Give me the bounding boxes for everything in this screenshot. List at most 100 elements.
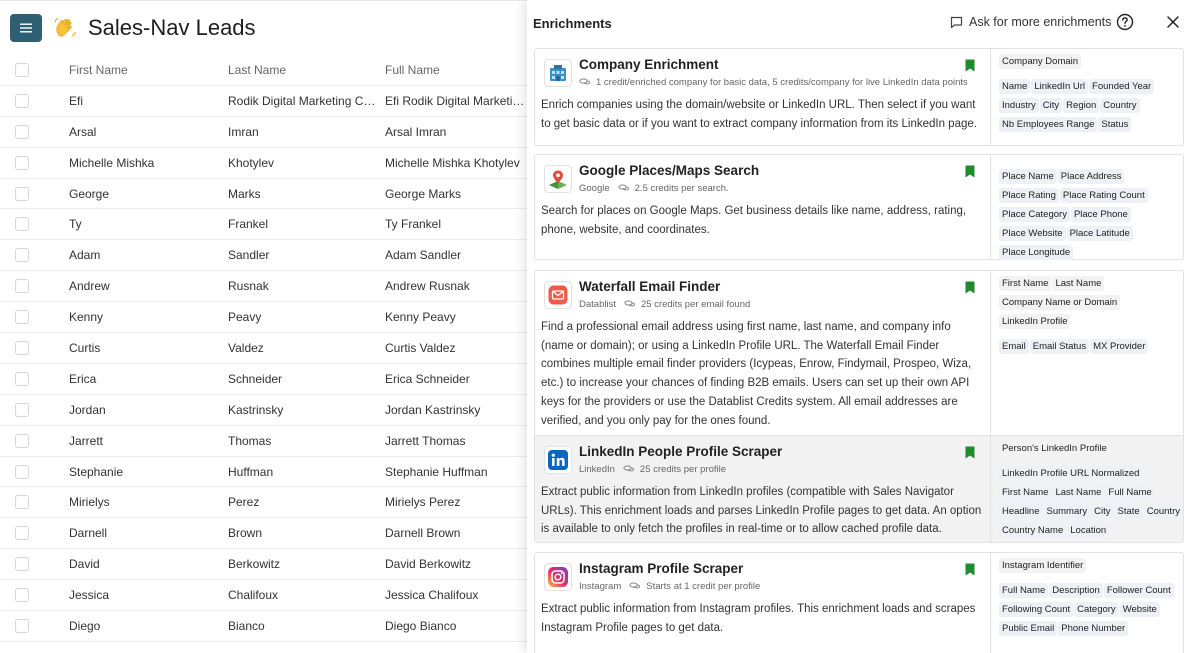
full-name-cell[interactable]: Diego Bianco: [385, 611, 530, 641]
first-name-cell[interactable]: Darnell: [69, 518, 219, 548]
full-name-cell[interactable]: Kenny Peavy: [385, 302, 530, 332]
first-name-cell[interactable]: Kenny: [69, 302, 219, 332]
row-checkbox[interactable]: [15, 217, 29, 232]
full-name-cell[interactable]: George Marks: [385, 179, 530, 209]
close-button[interactable]: [1165, 14, 1181, 35]
full-name-cell[interactable]: Ty Frankel: [385, 209, 530, 239]
first-name-cell[interactable]: Andrew: [69, 271, 219, 301]
full-name-cell[interactable]: Darnell Brown: [385, 518, 530, 548]
table-row[interactable]: Erica Schneider Erica Schneider: [0, 364, 530, 395]
full-name-cell[interactable]: Jessica Chalifoux: [385, 580, 530, 610]
table-row[interactable]: Stephanie Huffman Stephanie Huffman: [0, 457, 530, 488]
table-row[interactable]: Ty Frankel Ty Frankel: [0, 209, 530, 241]
row-checkbox[interactable]: [15, 464, 29, 479]
row-checkbox[interactable]: [15, 155, 29, 170]
full-name-cell[interactable]: Jarrett Thomas: [385, 426, 530, 456]
enrichment-card-google-places[interactable]: Google Places/Maps Search Google 2.5 cre…: [534, 154, 1184, 260]
first-name-cell[interactable]: Diego: [69, 611, 219, 641]
table-row[interactable]: Andrew Rusnak Andrew Rusnak: [0, 271, 530, 303]
row-checkbox[interactable]: [15, 310, 29, 325]
select-all-checkbox[interactable]: [15, 63, 29, 77]
first-name-cell[interactable]: Stephanie: [69, 457, 219, 487]
full-name-cell[interactable]: Michelle Mishka Khotylev: [385, 148, 530, 178]
table-row[interactable]: George Marks George Marks: [0, 179, 530, 210]
full-name-cell[interactable]: Adam Sandler: [385, 240, 530, 270]
table-row[interactable]: Arsal Imran Arsal Imran: [0, 117, 530, 148]
enrichment-card-linkedin-profile[interactable]: LinkedIn People Profile Scraper LinkedIn…: [534, 435, 1184, 543]
row-checkbox[interactable]: [15, 433, 29, 448]
row-checkbox[interactable]: [15, 279, 29, 294]
row-checkbox[interactable]: [15, 402, 29, 417]
first-name-cell[interactable]: Michelle Mishka: [69, 148, 219, 178]
first-name-cell[interactable]: George: [69, 179, 219, 209]
table-row[interactable]: Michelle Mishka Khotylev Michelle Mishka K…: [0, 148, 530, 179]
last-name-cell[interactable]: Frankel: [228, 209, 376, 239]
first-name-cell[interactable]: Ty: [69, 209, 219, 239]
last-name-cell[interactable]: Khotylev: [228, 148, 376, 178]
menu-button[interactable]: [10, 14, 42, 42]
row-checkbox[interactable]: [15, 248, 29, 263]
last-name-cell[interactable]: Bianco: [228, 611, 376, 641]
last-name-cell[interactable]: Huffman: [228, 457, 376, 487]
table-row[interactable]: Kenny Peavy Kenny Peavy: [0, 302, 530, 334]
table-row[interactable]: Jordan Kastrinsky Jordan Kastrinsky: [0, 395, 530, 426]
bookmark-icon[interactable]: [965, 165, 975, 183]
enrichment-card-instagram-profile[interactable]: Instagram Profile Scraper Instagram Star…: [534, 552, 1184, 653]
table-row[interactable]: Diego Bianco Diego Bianco: [0, 611, 530, 642]
first-name-cell[interactable]: Arsal: [69, 117, 219, 147]
column-header-full-name[interactable]: Full Name: [385, 55, 530, 85]
row-checkbox[interactable]: [15, 557, 29, 572]
last-name-cell[interactable]: Berkowitz: [228, 549, 376, 579]
ask-more-enrichments-button[interactable]: Ask for more enrichments: [950, 15, 1111, 29]
bookmark-icon[interactable]: [965, 281, 975, 299]
table-row[interactable]: Adam Sandler Adam Sandler: [0, 240, 530, 272]
last-name-cell[interactable]: Sandler: [228, 240, 376, 270]
enrichment-card-company-enrichment[interactable]: Company Enrichment 1 credit/enriched com…: [534, 48, 1184, 146]
last-name-cell[interactable]: Imran: [228, 117, 376, 147]
last-name-cell[interactable]: Schneider: [228, 364, 376, 394]
bookmark-icon[interactable]: [965, 59, 975, 77]
bookmark-icon[interactable]: [965, 563, 975, 581]
row-checkbox[interactable]: [15, 93, 29, 108]
row-checkbox[interactable]: [15, 619, 29, 634]
first-name-cell[interactable]: Curtis: [69, 333, 219, 363]
full-name-cell[interactable]: Curtis Valdez: [385, 333, 530, 363]
last-name-cell[interactable]: Rusnak: [228, 271, 376, 301]
column-header-last-name[interactable]: Last Name: [228, 55, 376, 85]
last-name-cell[interactable]: Perez: [228, 487, 376, 517]
last-name-cell[interactable]: Kastrinsky: [228, 395, 376, 425]
first-name-cell[interactable]: Jordan: [69, 395, 219, 425]
table-row[interactable]: Mirielys Perez Mirielys Perez: [0, 487, 530, 519]
row-checkbox[interactable]: [15, 526, 29, 541]
row-checkbox[interactable]: [15, 186, 29, 201]
last-name-cell[interactable]: Brown: [228, 518, 376, 548]
table-row[interactable]: David Berkowitz David Berkowitz: [0, 549, 530, 581]
first-name-cell[interactable]: David: [69, 549, 219, 579]
table-row[interactable]: Jessica Chalifoux Jessica Chalifoux: [0, 580, 530, 612]
column-header-first-name[interactable]: First Name: [69, 55, 219, 85]
full-name-cell[interactable]: Mirielys Perez: [385, 487, 530, 517]
row-checkbox[interactable]: [15, 371, 29, 386]
full-name-cell[interactable]: Andrew Rusnak: [385, 271, 530, 301]
row-checkbox[interactable]: [15, 495, 29, 510]
last-name-cell[interactable]: Marks: [228, 179, 376, 209]
last-name-cell[interactable]: Thomas: [228, 426, 376, 456]
last-name-cell[interactable]: Peavy: [228, 302, 376, 332]
first-name-cell[interactable]: Erica: [69, 364, 219, 394]
first-name-cell[interactable]: Jessica: [69, 580, 219, 610]
full-name-cell[interactable]: Stephanie Huffman: [385, 457, 530, 487]
last-name-cell[interactable]: Rodik Digital Marketing Con...: [228, 86, 376, 116]
full-name-cell[interactable]: Jordan Kastrinsky: [385, 395, 530, 425]
full-name-cell[interactable]: Efi Rodik Digital Marketing ...: [385, 86, 530, 116]
last-name-cell[interactable]: Chalifoux: [228, 580, 376, 610]
table-row[interactable]: Darnell Brown Darnell Brown: [0, 518, 530, 550]
last-name-cell[interactable]: Valdez: [228, 333, 376, 363]
full-name-cell[interactable]: David Berkowitz: [385, 549, 530, 579]
first-name-cell[interactable]: Efi: [69, 86, 219, 116]
row-checkbox[interactable]: [15, 124, 29, 139]
row-checkbox[interactable]: [15, 341, 29, 356]
row-checkbox[interactable]: [15, 588, 29, 603]
first-name-cell[interactable]: Adam: [69, 240, 219, 270]
full-name-cell[interactable]: Arsal Imran: [385, 117, 530, 147]
table-row[interactable]: Efi Rodik Digital Marketing Con... Efi Rod…: [0, 86, 530, 117]
